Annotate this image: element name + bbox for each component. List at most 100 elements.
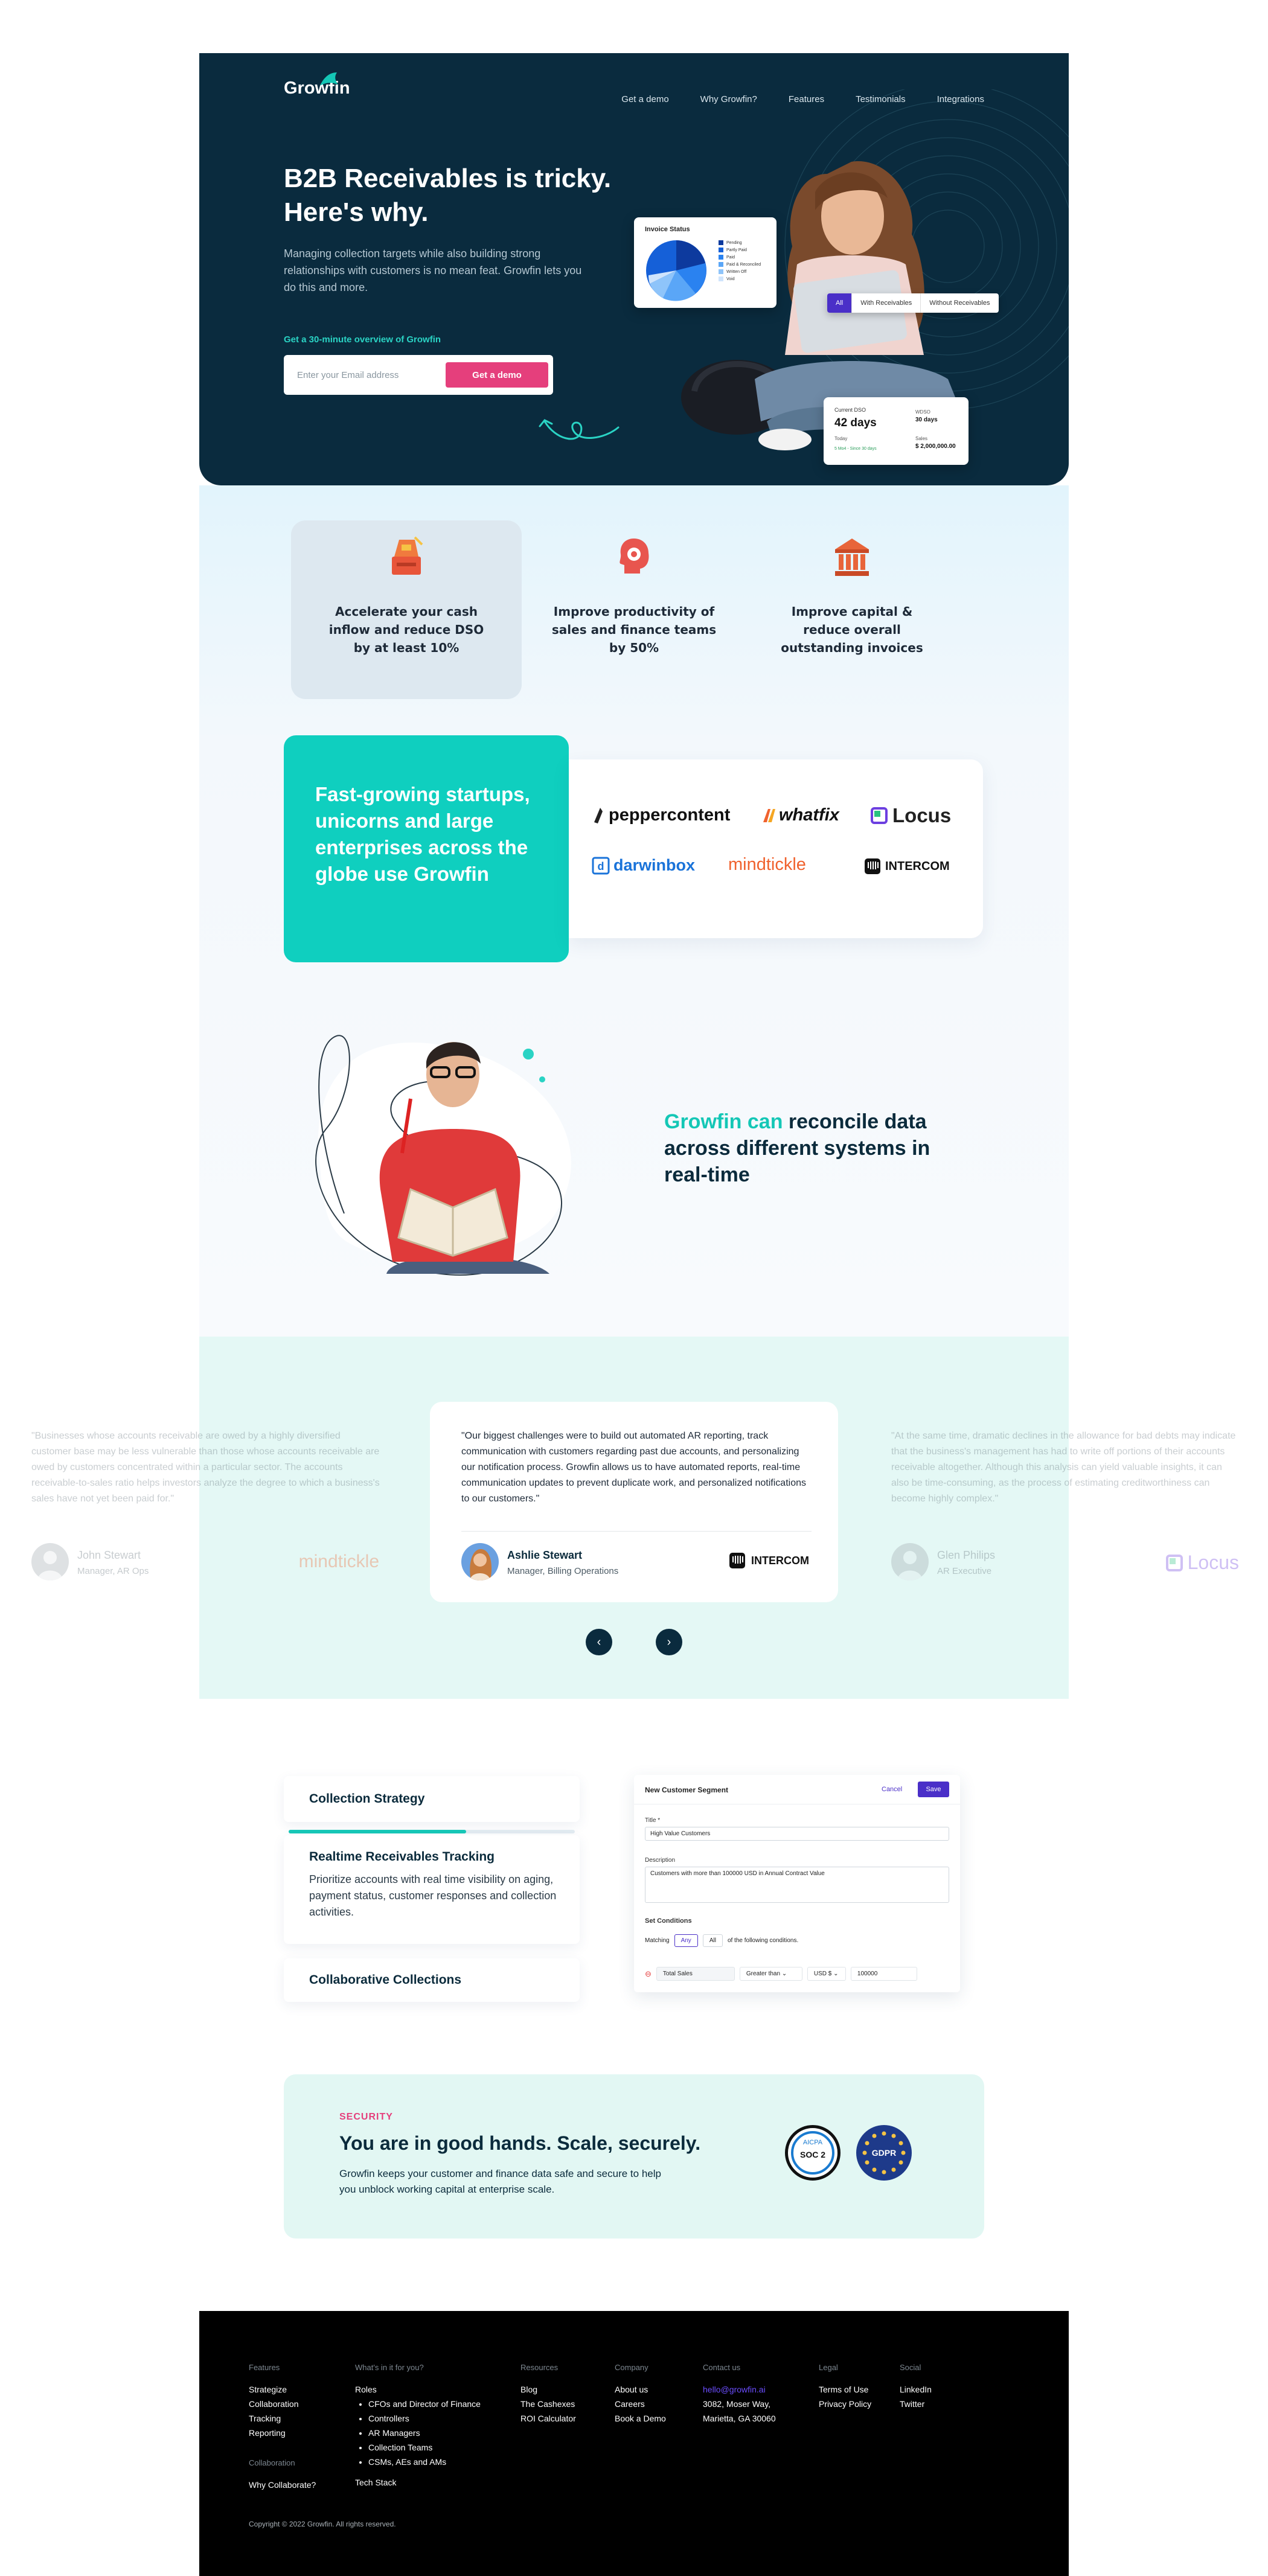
growfin-logo[interactable]: Growfin [284,72,350,98]
footer-link[interactable]: Collection Teams [368,2440,481,2455]
address-line: 3082, Moser Way, [703,2399,771,2409]
footer-link[interactable]: Controllers [368,2411,481,2426]
reconcile-highlight: Growfin can [664,1110,783,1133]
footer-link[interactable]: Privacy Policy [819,2397,871,2411]
reconcile-heading: Growfin can reconcile data across differ… [664,1108,978,1188]
match-all-toggle[interactable]: All [702,1934,723,1947]
legend-item: Paid & Reconciled [719,261,761,268]
top-nav: Get a demo Why Growfin? Features Testimo… [621,94,984,104]
benefit-card-capital[interactable]: Improve capital & reduce overall outstan… [737,520,967,699]
address-line: Marietta, GA 30060 [703,2414,776,2423]
toggle-without-receivables[interactable]: Without Receivables [920,293,998,313]
collaborative-collections-item[interactable]: Collaborative Collections [284,1958,580,2002]
testimonial-role: AR Executive [937,1566,992,1576]
email-input[interactable] [297,366,442,384]
contact-email-link[interactable]: hello@growfin.ai [703,2382,776,2397]
footer-link[interactable]: CSMs, AEs and AMs [368,2455,481,2469]
testimonial-card: "At the same time, dramatic declines in … [860,1402,1268,1602]
next-testimonial-button[interactable]: › [656,1629,682,1655]
today-label: Today [834,436,848,441]
prev-testimonial-button[interactable]: ‹ [586,1629,612,1655]
invoice-legend: Pending Partly Paid Paid Paid & Reconcil… [719,239,761,283]
currency-select[interactable]: USD $ ⌄ [807,1967,846,1981]
footer-link[interactable]: Reporting [249,2426,316,2440]
footer-link[interactable]: The Cashexes [520,2397,576,2411]
footer-link[interactable]: ROI Calculator [520,2411,576,2426]
nav-integrations[interactable]: Integrations [937,94,984,104]
matching-suffix: of the following conditions. [727,1937,799,1944]
intercom-icon [729,1553,745,1568]
footer-link[interactable]: Why Collaborate? [249,2478,316,2492]
get-demo-button[interactable]: Get a demo [446,362,548,388]
realtime-tracking-item[interactable]: Realtime Receivables Tracking Prioritize… [284,1835,580,1944]
logo-mindtickle: mindtickle [728,855,806,874]
logo-locus: Locus [869,804,951,827]
customers-headline: Fast-growing startups, unicorns and larg… [315,783,530,885]
darwinbox-icon: d [592,857,610,874]
footer-link[interactable]: LinkedIn [900,2382,932,2397]
progress-fill [289,1830,466,1833]
testimonial-quote: "Our biggest challenges were to build ou… [461,1431,806,1504]
nav-features[interactable]: Features [789,94,824,104]
testimonial-name: Glen Philips [937,1549,996,1561]
condition-field[interactable]: Total Sales [656,1967,735,1981]
curly-arrow-icon [539,419,620,440]
footer-link[interactable]: Tech Stack [355,2475,481,2490]
footer-link[interactable]: Blog [520,2382,576,2397]
testimonial-name: Ashlie Stewart [507,1549,583,1561]
cash-register-icon [392,536,423,575]
footer-link[interactable]: About us [615,2382,666,2397]
title-field[interactable]: High Value Customers [645,1827,949,1841]
footer-heading: Features [249,2363,280,2372]
head-gear-icon [620,539,649,574]
testimonial-role: Manager, AR Ops [77,1566,149,1576]
footer-link[interactable]: Careers [615,2397,666,2411]
footer-link[interactable]: Strategize [249,2382,316,2397]
condition-value-field[interactable]: 100000 [850,1967,917,1981]
footer-link[interactable]: Collaboration [249,2397,316,2411]
locus-icon [871,807,888,824]
footer-link[interactable]: CFOs and Director of Finance [368,2397,481,2411]
security-title: You are in good hands. Scale, securely. [339,2132,701,2154]
footer-link[interactable]: Terms of Use [819,2382,871,2397]
footer-link[interactable]: Tracking [249,2411,316,2426]
wdso-value: 30 days [915,417,938,423]
intercom-icon [865,858,880,874]
footer-link[interactable]: Book a Demo [615,2411,666,2426]
chevron-down-icon: ⌄ [833,1970,839,1977]
customers-headline-card: Fast-growing startups, unicorns and larg… [284,735,569,962]
collection-strategy-item[interactable]: Collection Strategy [284,1776,580,1822]
avatar [31,1543,69,1580]
benefit-card-productivity[interactable]: Improve productivity of sales and financ… [519,520,749,699]
aicpa-text: AICPA [802,2139,823,2146]
footer-link[interactable]: AR Managers [368,2426,481,2440]
dso-card: Current DSO 42 days Today 5 Mo4 - Since … [824,397,969,465]
hero-section: Growfin Get a demo Why Growfin? Features… [199,53,1069,485]
description-label: Description [645,1857,676,1864]
wdso-label: WDSO [915,409,930,415]
match-any-toggle[interactable]: Any [674,1934,698,1947]
footer-link[interactable]: Roles [355,2382,481,2397]
footer-heading: Collaboration [249,2458,295,2467]
cancel-button[interactable]: Cancel [882,1786,902,1793]
security-section: SECURITY You are in good hands. Scale, s… [284,2074,984,2239]
nav-why-growfin[interactable]: Why Growfin? [700,94,757,104]
current-dso-value: 42 days [834,417,877,429]
collection-item-title: Collection Strategy [309,1792,425,1806]
benefit-card-cash[interactable]: Accelerate your cash inflow and reduce D… [291,520,522,699]
footer-heading: Company [615,2363,648,2372]
remove-condition-icon[interactable]: ⊖ [645,1969,652,1979]
nav-get-demo[interactable]: Get a demo [621,94,668,104]
bank-icon [835,539,869,576]
invoice-status-title: Invoice Status [645,226,690,233]
footer-link[interactable]: Twitter [900,2397,932,2411]
toggle-all[interactable]: All [827,293,852,313]
invoice-pie-chart [646,240,706,301]
operator-select[interactable]: Greater than ⌄ [739,1967,802,1981]
email-form: Get a demo [284,355,553,395]
toggle-with-receivables[interactable]: With Receivables [851,293,920,313]
nav-testimonials[interactable]: Testimonials [856,94,906,104]
save-button[interactable]: Save [918,1782,949,1797]
footer-contact-col: Contact us hello@growfin.ai 3082, Moser … [703,2360,776,2426]
description-field[interactable]: Customers with more than 100000 USD in A… [645,1867,949,1903]
